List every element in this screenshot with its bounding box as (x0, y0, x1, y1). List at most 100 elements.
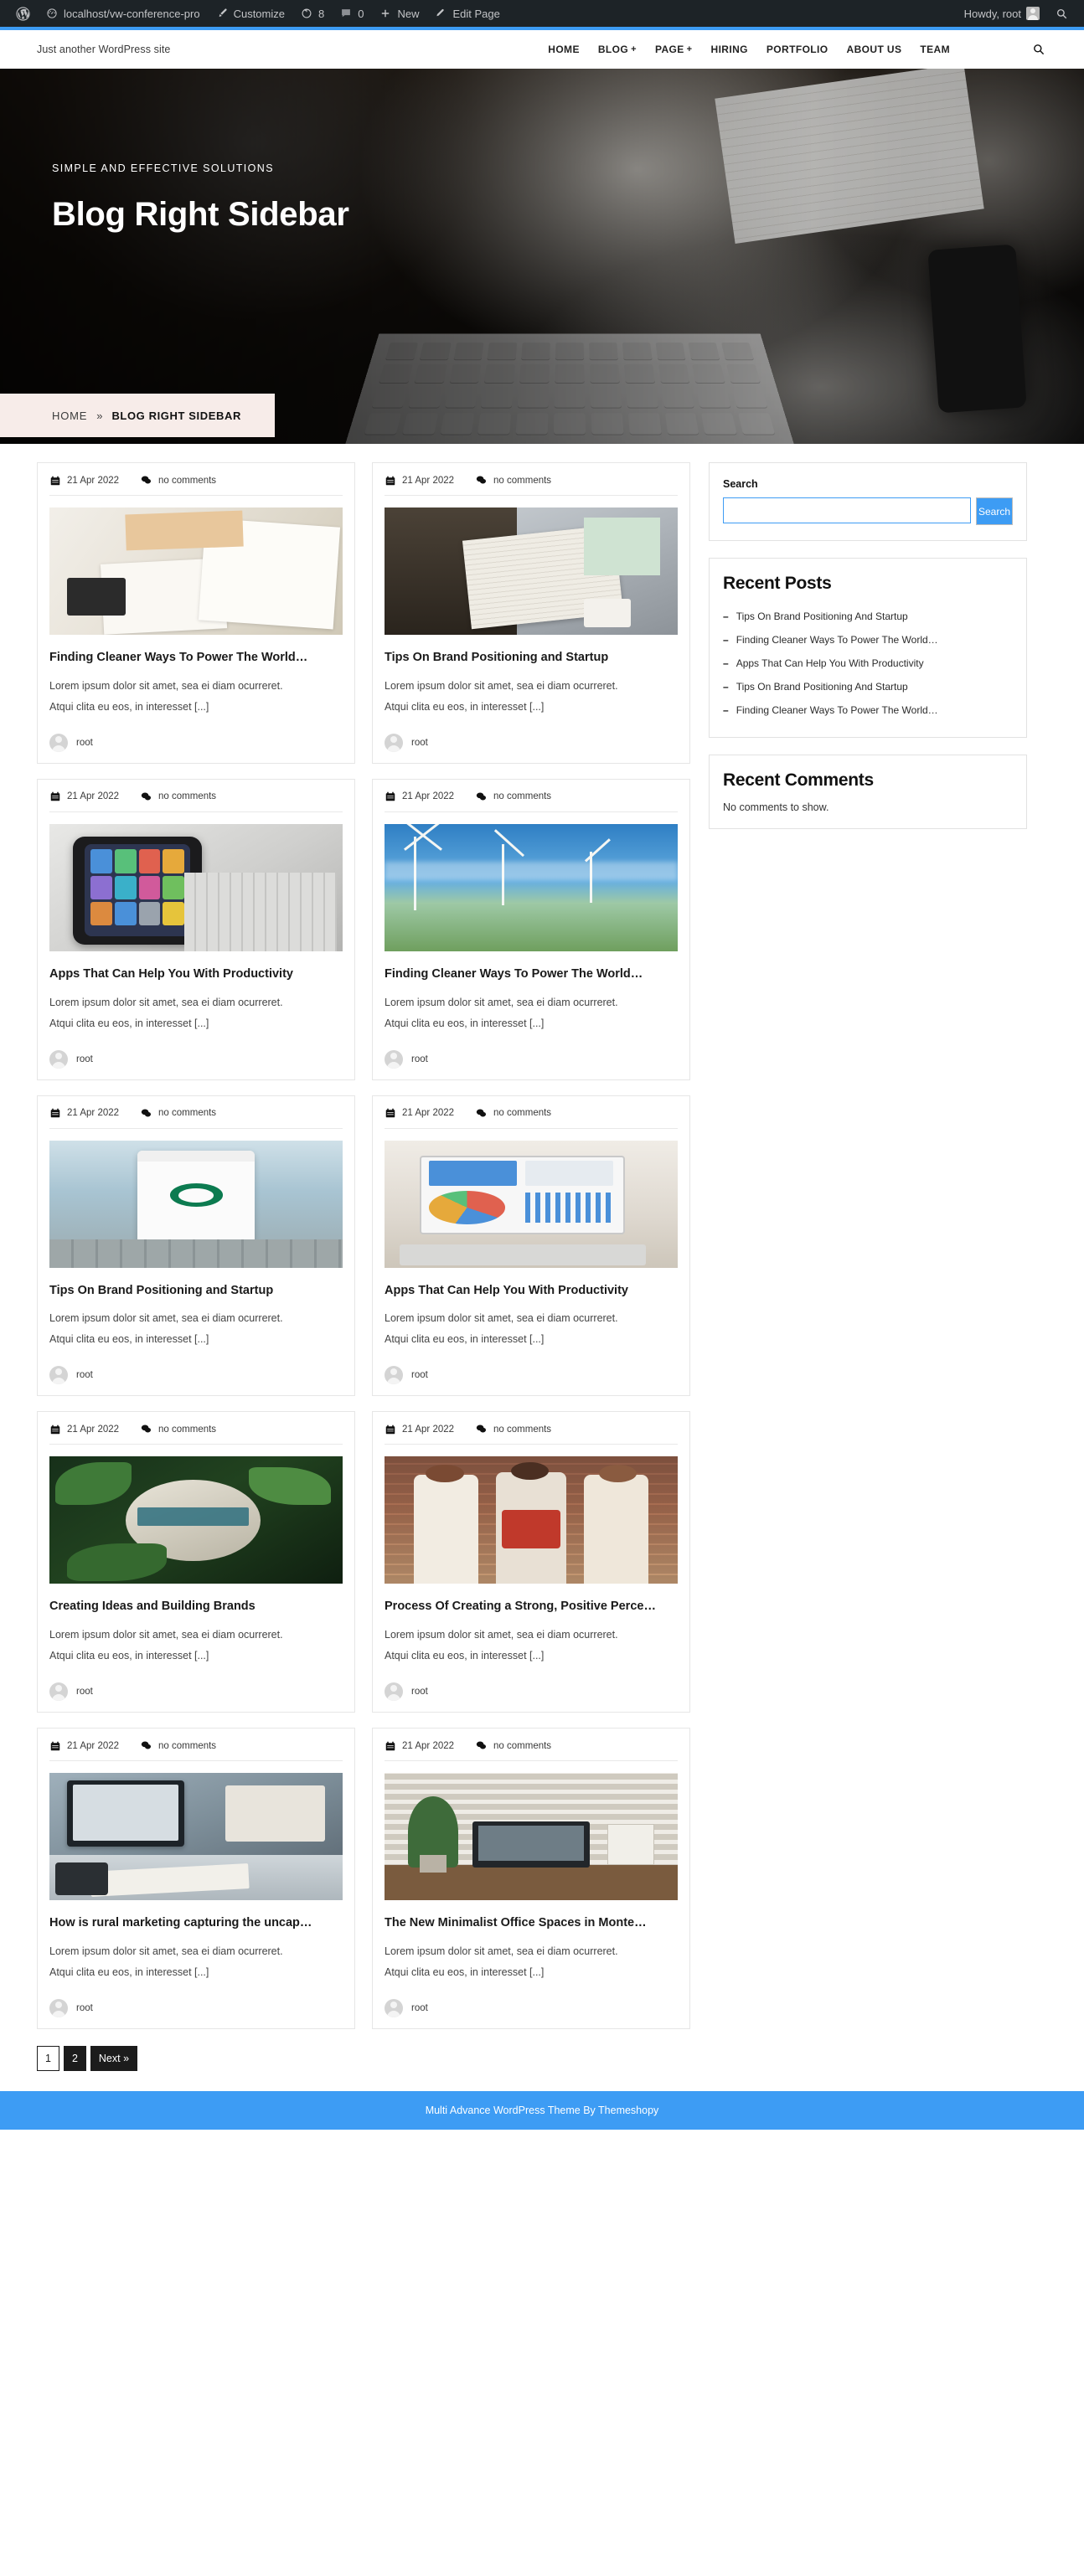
list-item[interactable]: – Tips On Brand Positioning And Startup (723, 675, 1013, 698)
adminbar-updates[interactable]: 8 (292, 0, 332, 27)
post-card[interactable]: 21 Apr 2022 no comments The New Minimali… (372, 1728, 690, 2030)
post-author-name[interactable]: root (76, 1054, 93, 1064)
adminbar-search-button[interactable] (1047, 0, 1076, 27)
post-comments[interactable]: no comments (476, 1108, 551, 1119)
post-author-name[interactable]: root (76, 1370, 93, 1380)
post-excerpt-line2: Atqui clita eu eos, in interesset [...] (49, 1650, 209, 1662)
post-comments[interactable]: no comments (141, 1108, 216, 1119)
post-comments[interactable]: no comments (476, 1740, 551, 1751)
post-author-name[interactable]: root (411, 1054, 428, 1064)
list-item[interactable]: – Finding Cleaner Ways To Power The World… (723, 628, 1013, 652)
dash-bullet-icon: – (723, 657, 729, 669)
post-title[interactable]: Creating Ideas and Building Brands (49, 1595, 343, 1618)
post-author: root (49, 1039, 343, 1079)
post-comments[interactable]: no comments (141, 791, 216, 802)
post-title[interactable]: How is rural marketing capturing the unc… (49, 1912, 343, 1935)
nav-item-page[interactable]: PAGE + (655, 44, 693, 55)
post-comments[interactable]: no comments (141, 1424, 216, 1435)
post-thumbnail[interactable] (49, 823, 343, 951)
post-title[interactable]: Finding Cleaner Ways To Power The World… (385, 963, 678, 986)
calendar-icon (49, 1424, 60, 1435)
post-author-name[interactable]: root (76, 2003, 93, 2013)
post-excerpt: Lorem ipsum dolor sit amet, sea ei diam … (49, 1625, 343, 1667)
post-author-name[interactable]: root (411, 1687, 428, 1697)
pagination-page-2[interactable]: 2 (63, 2046, 86, 2072)
nav-item-about-us[interactable]: ABOUT US (847, 44, 902, 55)
post-title[interactable]: Apps That Can Help You With Productivity (385, 1280, 678, 1302)
post-comments[interactable]: no comments (141, 475, 216, 486)
post-comments[interactable]: no comments (141, 1740, 216, 1751)
pagination-page-1[interactable]: 1 (37, 2046, 59, 2072)
avatar (385, 1049, 403, 1069)
post-thumbnail[interactable] (385, 823, 678, 951)
post-title[interactable]: The New Minimalist Office Spaces in Mont… (385, 1912, 678, 1935)
post-author-name[interactable]: root (411, 1370, 428, 1380)
post-card[interactable]: 21 Apr 2022 no comments Finding Cleaner … (37, 462, 355, 764)
post-title[interactable]: Apps That Can Help You With Productivity (49, 963, 343, 986)
post-date: 21 Apr 2022 (49, 791, 119, 802)
nav-item-blog[interactable]: BLOG + (598, 44, 637, 55)
header-search-button[interactable] (1030, 41, 1047, 58)
calendar-icon (385, 1424, 395, 1435)
recent-post-link[interactable]: Finding Cleaner Ways To Power The World… (736, 704, 938, 716)
post-card[interactable]: 21 Apr 2022 no comments Tips On Brand Po… (372, 462, 690, 764)
post-author-name[interactable]: root (411, 738, 428, 748)
nav-item-hiring[interactable]: HIRING (711, 44, 748, 55)
post-title[interactable]: Process Of Creating a Strong, Positive P… (385, 1595, 678, 1618)
post-comments[interactable]: no comments (476, 1424, 551, 1435)
post-date: 21 Apr 2022 (49, 1424, 119, 1435)
recent-post-link[interactable]: Apps That Can Help You With Productivity (736, 657, 924, 669)
nav-item-portfolio[interactable]: PORTFOLIO (767, 44, 828, 55)
list-item[interactable]: – Tips On Brand Positioning And Startup (723, 605, 1013, 628)
adminbar-customize[interactable]: Customize (208, 0, 292, 27)
post-thumbnail[interactable] (385, 1773, 678, 1901)
post-title[interactable]: Finding Cleaner Ways To Power The World… (49, 647, 343, 669)
post-card[interactable]: 21 Apr 2022 no comments Tips On Brand Po… (37, 1095, 355, 1397)
pagination-next-button[interactable]: Next » (90, 2046, 138, 2072)
search-input[interactable] (723, 497, 971, 523)
post-date-label: 21 Apr 2022 (67, 475, 120, 486)
adminbar-new[interactable]: New (371, 0, 426, 27)
post-card[interactable]: 21 Apr 2022 no comments How is rural mar… (37, 1728, 355, 2030)
recent-post-link[interactable]: Tips On Brand Positioning And Startup (736, 611, 908, 622)
post-thumbnail[interactable] (385, 507, 678, 635)
post-thumbnail[interactable] (385, 1140, 678, 1268)
nav-item-home[interactable]: HOME (548, 44, 580, 55)
post-title[interactable]: Tips On Brand Positioning and Startup (49, 1280, 343, 1302)
list-item[interactable]: – Apps That Can Help You With Productivit… (723, 652, 1013, 675)
post-author-name[interactable]: root (411, 2003, 428, 2013)
post-card[interactable]: 21 Apr 2022 no comments Finding Cleaner … (372, 778, 690, 1080)
recent-post-link[interactable]: Finding Cleaner Ways To Power The World… (736, 634, 938, 646)
post-thumbnail[interactable] (49, 507, 343, 635)
post-comments-label: no comments (493, 1740, 552, 1751)
post-card[interactable]: 21 Apr 2022 no comments Apps That Can He… (372, 1095, 690, 1397)
adminbar-comments[interactable]: 0 (332, 0, 371, 27)
post-card[interactable]: 21 Apr 2022 no comments Process Of Creat… (372, 1411, 690, 1713)
post-card[interactable]: 21 Apr 2022 no comments Creating Ideas a… (37, 1411, 355, 1713)
post-author-name[interactable]: root (76, 738, 93, 748)
post-title[interactable]: Tips On Brand Positioning and Startup (385, 647, 678, 669)
post-comments[interactable]: no comments (476, 791, 551, 802)
recent-post-link[interactable]: Tips On Brand Positioning And Startup (736, 681, 908, 693)
post-comments[interactable]: no comments (476, 475, 551, 486)
post-author: root (49, 1672, 343, 1712)
post-thumbnail[interactable] (385, 1456, 678, 1584)
nav-label: ABOUT US (846, 44, 902, 55)
post-thumbnail[interactable] (49, 1773, 343, 1901)
post-date-label: 21 Apr 2022 (402, 1740, 455, 1751)
adminbar-edit-page[interactable]: Edit Page (426, 0, 507, 27)
adminbar-my-account[interactable]: Howdy, root (957, 0, 1047, 27)
post-thumbnail[interactable] (49, 1140, 343, 1268)
post-excerpt: Lorem ipsum dolor sit amet, sea ei diam … (49, 676, 343, 718)
list-item[interactable]: – Finding Cleaner Ways To Power The World… (723, 698, 1013, 722)
post-card[interactable]: 21 Apr 2022 no comments Apps That Can He… (37, 778, 355, 1080)
breadcrumb-item-home[interactable]: HOME (52, 410, 87, 422)
wordpress-logo-icon[interactable] (8, 0, 38, 27)
pencil-icon (434, 7, 447, 20)
post-author-name[interactable]: root (76, 1687, 93, 1697)
adminbar-site-name[interactable]: localhost/vw-conference-pro (38, 0, 208, 27)
search-submit-button[interactable]: Search (976, 497, 1013, 525)
post-thumbnail[interactable] (49, 1456, 343, 1584)
nav-label: TEAM (920, 44, 950, 55)
nav-item-team[interactable]: TEAM (920, 44, 950, 55)
